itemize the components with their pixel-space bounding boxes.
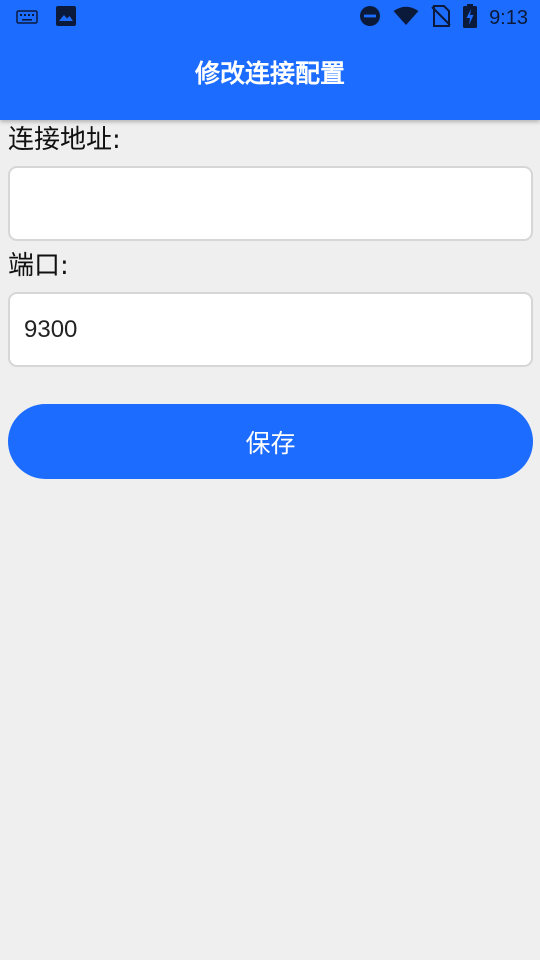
save-button[interactable]: 保存 (8, 404, 533, 479)
port-input[interactable] (8, 292, 533, 367)
address-label: 连接地址: (8, 125, 121, 155)
battery-charging-icon (463, 4, 478, 32)
app-bar: 9:13 修改连接配置 (0, 0, 540, 120)
wifi-icon (393, 6, 419, 30)
port-label: 端口: (8, 251, 69, 281)
do-not-disturb-icon (359, 5, 381, 31)
page-title: 修改连接配置 (194, 59, 345, 88)
no-sim-icon (431, 5, 451, 31)
status-bar: 9:13 (0, 0, 540, 36)
connection-form: 连接地址: 端口: 保存 (8, 120, 533, 479)
keyboard-icon (16, 9, 38, 28)
image-icon (56, 6, 76, 30)
status-time: 9:13 (489, 6, 528, 29)
address-input[interactable] (8, 166, 533, 241)
